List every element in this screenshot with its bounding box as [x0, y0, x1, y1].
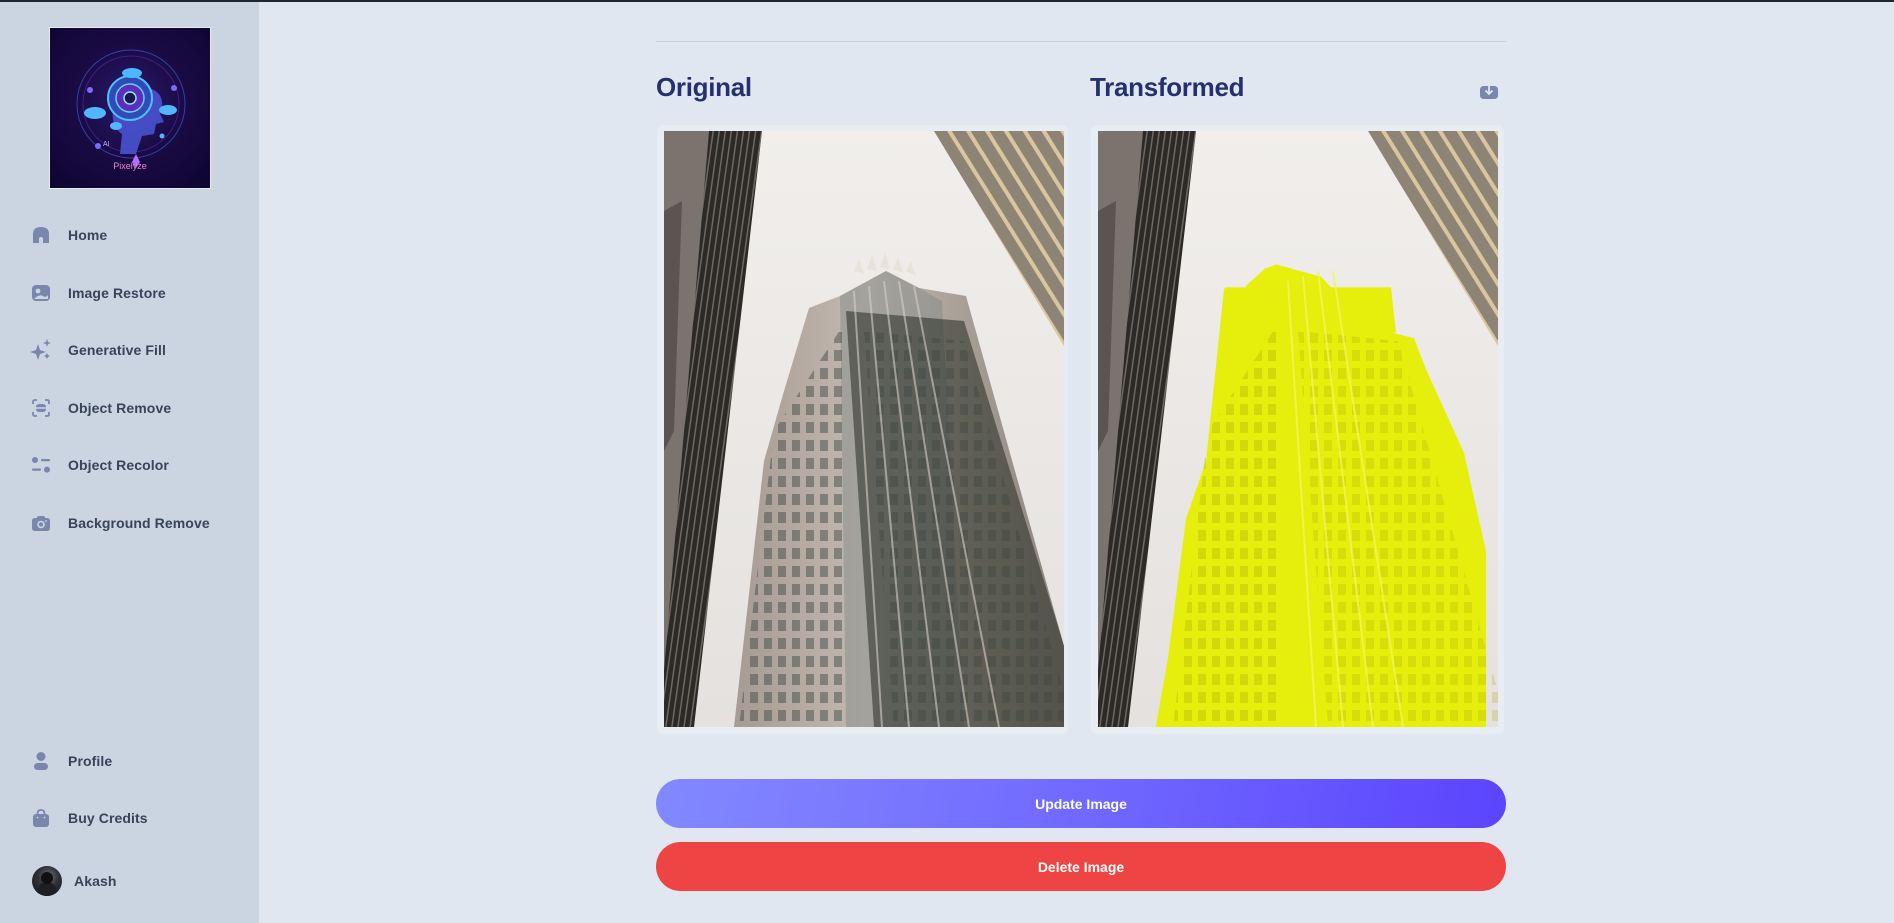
filter-icon — [30, 454, 52, 476]
sidebar-item-label: Object Recolor — [68, 457, 169, 473]
sidebar-item-label: Generative Fill — [68, 342, 166, 358]
delete-image-button[interactable]: Delete Image — [656, 842, 1506, 891]
download-icon — [1480, 82, 1498, 99]
app-logo[interactable]: AI Pixelyze — [49, 27, 211, 189]
section-divider — [656, 41, 1506, 42]
sidebar-item-image-restore[interactable]: Image Restore — [30, 278, 178, 308]
scan-icon — [30, 397, 52, 419]
transformed-image[interactable] — [1098, 131, 1498, 727]
sidebar-item-label: Object Remove — [68, 400, 172, 416]
home-icon — [30, 224, 52, 246]
sidebar-item-buy-credits[interactable]: Buy Credits — [30, 803, 160, 833]
sidebar: AI Pixelyze Home Image Restore Generativ… — [0, 0, 259, 923]
sidebar-item-profile[interactable]: Profile — [30, 746, 124, 776]
original-image-frame — [657, 125, 1068, 734]
svg-text:AI: AI — [103, 141, 110, 148]
sparkles-icon — [30, 339, 52, 361]
sidebar-item-label: Home — [68, 227, 108, 243]
sidebar-item-label: Background Remove — [68, 515, 210, 531]
camera-icon — [30, 512, 52, 534]
original-title: Original — [656, 72, 752, 102]
image-icon — [30, 282, 52, 304]
transformed-image-frame — [1091, 125, 1504, 734]
transformed-title: Transformed — [1090, 72, 1245, 102]
sidebar-item-object-remove[interactable]: Object Remove — [30, 393, 183, 423]
avatar — [32, 866, 62, 896]
user-name: Akash — [74, 873, 117, 889]
user-icon — [30, 750, 52, 772]
bag-icon — [30, 807, 52, 829]
download-button[interactable] — [1478, 80, 1500, 102]
sidebar-item-generative-fill[interactable]: Generative Fill — [30, 335, 178, 365]
update-image-button[interactable]: Update Image — [656, 779, 1506, 828]
original-image[interactable] — [664, 131, 1064, 727]
sidebar-item-home[interactable]: Home — [30, 220, 119, 250]
sidebar-item-background-remove[interactable]: Background Remove — [30, 508, 222, 538]
logo-caption: Pixelyze — [113, 161, 147, 171]
window-top-edge — [0, 0, 1894, 2]
sidebar-item-user[interactable]: Akash — [30, 865, 129, 897]
sidebar-item-label: Profile — [68, 753, 113, 769]
sidebar-item-label: Buy Credits — [68, 810, 148, 826]
sidebar-item-object-recolor[interactable]: Object Recolor — [30, 450, 181, 480]
sidebar-item-label: Image Restore — [68, 285, 166, 301]
